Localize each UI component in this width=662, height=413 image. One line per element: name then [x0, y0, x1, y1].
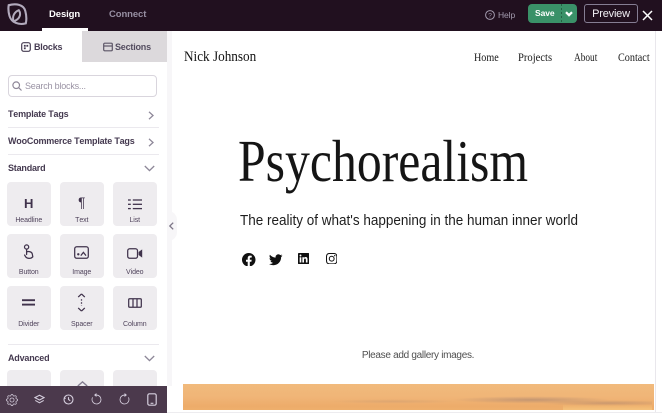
svg-text:?: ? — [488, 12, 492, 19]
